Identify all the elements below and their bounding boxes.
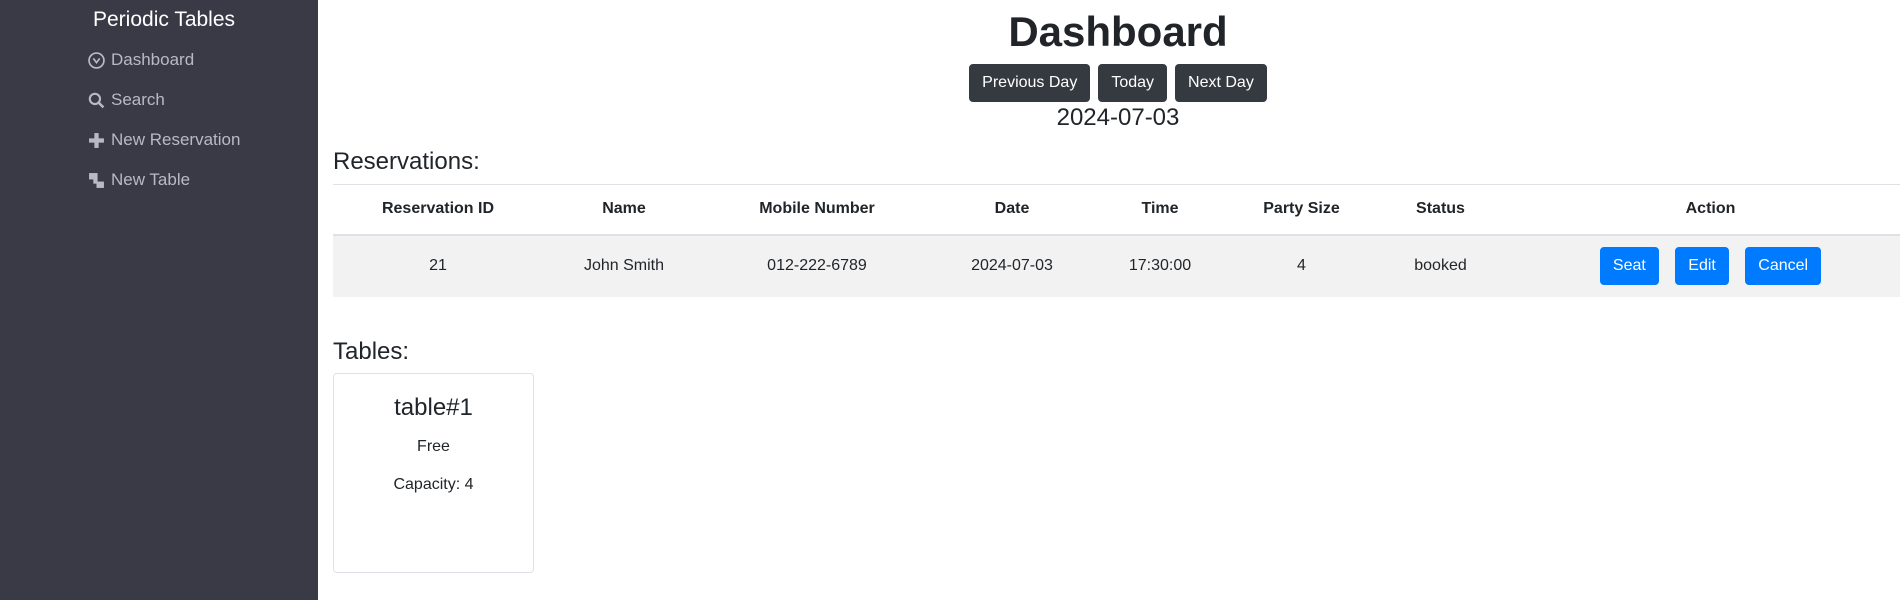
sidebar-item-label: New Table <box>111 170 191 189</box>
table-status: Free <box>417 438 450 455</box>
page-title: Dashboard <box>1008 8 1228 55</box>
reservation-id-cell: 21 <box>429 257 447 274</box>
reservations-table: Reservation ID Name Mobile Number Date T… <box>333 184 1900 297</box>
previous-day-button[interactable]: Previous Day <box>969 64 1091 102</box>
reservations-heading: Reservations: <box>333 148 480 175</box>
brand-title[interactable]: Periodic Tables <box>93 8 235 32</box>
date-cell: 2024-07-03 <box>971 257 1053 274</box>
dashboard-icon <box>88 51 105 69</box>
mobile-number-cell: 012-222-6789 <box>767 257 867 274</box>
date-navigation: Previous Day Today Next Day <box>318 64 1900 102</box>
time-cell: 17:30:00 <box>1128 257 1192 274</box>
column-header: Mobile Number <box>759 200 875 218</box>
sidebar: Periodic Tables Dashboard Search New Res… <box>0 0 318 600</box>
search-icon <box>88 92 105 108</box>
column-header: Reservation ID <box>381 200 495 218</box>
column-header: Name <box>602 200 646 218</box>
column-header: Time <box>1141 200 1179 218</box>
sidebar-item-dashboard[interactable]: Dashboard <box>88 48 194 72</box>
sidebar-item-search[interactable]: Search <box>88 88 165 112</box>
table-header-row: Reservation ID Name Mobile Number Date T… <box>333 184 1900 235</box>
today-button[interactable]: Today <box>1098 64 1168 102</box>
main-content: Dashboard Previous Day Today Next Day 20… <box>318 0 1900 600</box>
sidebar-item-new-reservation[interactable]: New Reservation <box>88 128 240 152</box>
sidebar-item-label: Dashboard <box>111 50 195 69</box>
sidebar-item-new-table[interactable]: New Table <box>88 168 190 192</box>
seat-button[interactable]: Seat <box>1599 247 1659 285</box>
next-day-button[interactable]: Next Day <box>1175 64 1267 102</box>
edit-button[interactable]: Edit <box>1675 247 1729 285</box>
column-header: Status <box>1416 200 1465 218</box>
table-name: table#1 <box>394 394 473 421</box>
action-cell: Seat Edit Cancel <box>1503 235 1900 297</box>
name-cell: John Smith <box>583 257 665 274</box>
column-header: Action <box>1685 200 1736 218</box>
current-date: 2024-07-03 <box>1056 104 1180 131</box>
plus-icon <box>89 132 104 148</box>
table-capacity: Capacity: 4 <box>393 476 474 493</box>
table-card: table#1 Free Capacity: 4 <box>333 373 534 573</box>
party-size-cell: 4 <box>1297 257 1306 274</box>
sidebar-item-label: New Reservation <box>111 130 241 149</box>
tables-heading: Tables: <box>333 338 410 365</box>
layers-icon <box>89 172 104 188</box>
status-cell: booked <box>1414 257 1467 274</box>
table-row: 21 John Smith 012-222-6789 2024-07-03 17… <box>333 234 1900 297</box>
column-header: Party Size <box>1263 200 1340 218</box>
column-header: Date <box>994 200 1030 218</box>
cancel-button[interactable]: Cancel <box>1745 247 1822 285</box>
sidebar-item-label: Search <box>111 90 165 109</box>
